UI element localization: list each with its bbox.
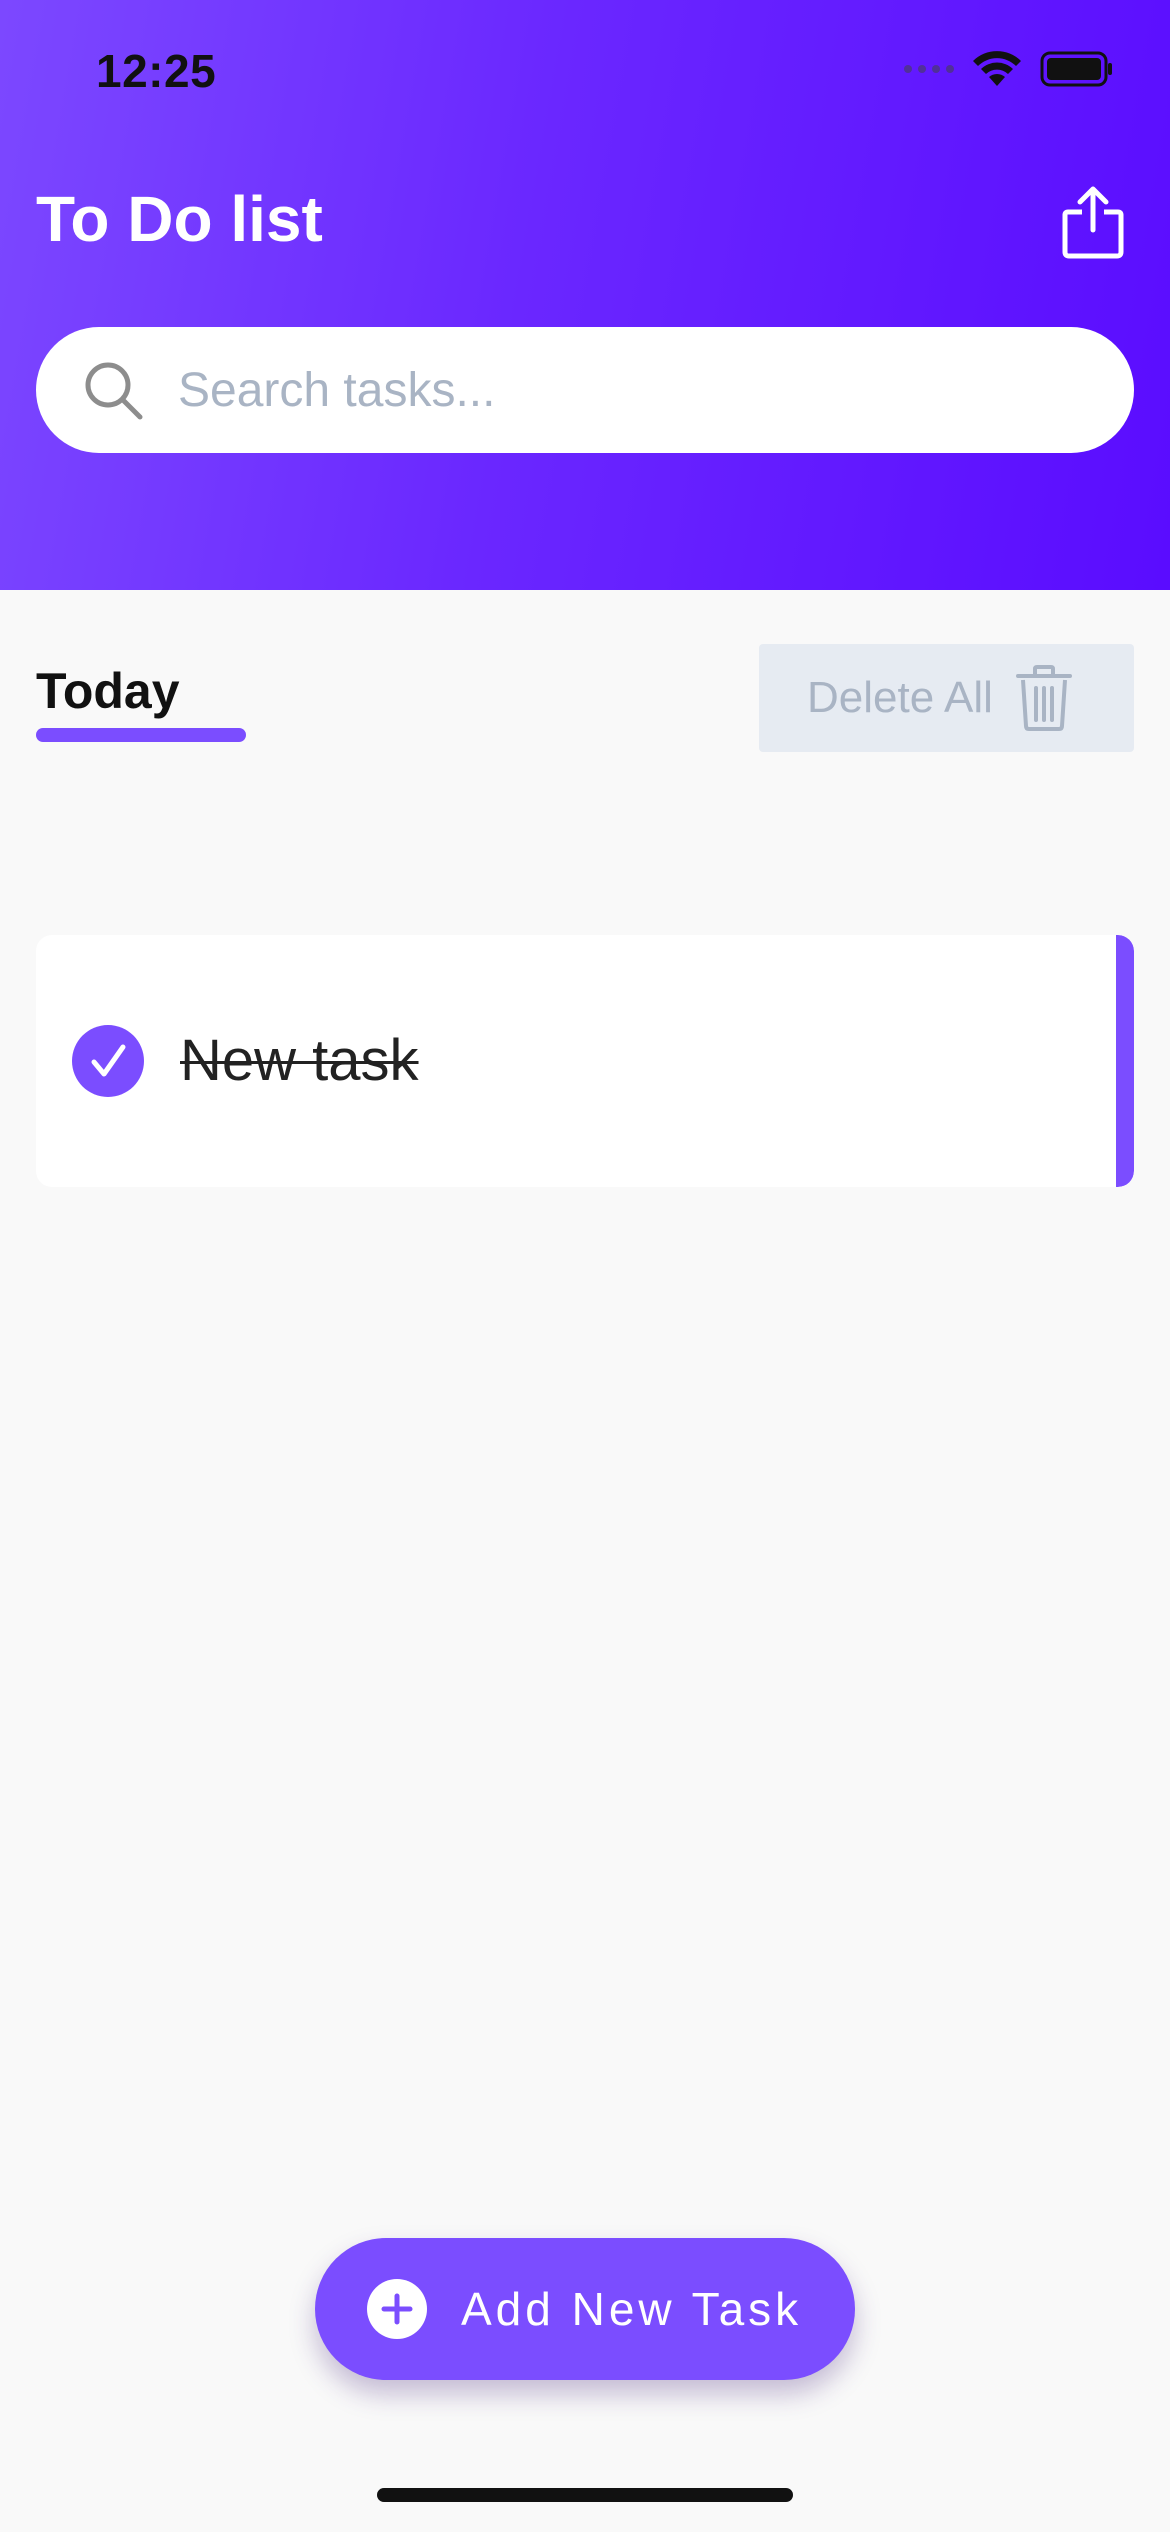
status-icons — [904, 50, 1114, 88]
status-time: 12:25 — [96, 45, 217, 97]
task-checkbox[interactable] — [72, 1025, 144, 1097]
search-icon — [85, 362, 143, 420]
share-icon — [1062, 186, 1124, 259]
tab-today-underline — [36, 728, 246, 742]
add-new-task-label: Add New Task — [461, 2283, 803, 2335]
task-accent-bar — [1116, 935, 1134, 1187]
cellular-signal-icon — [904, 65, 954, 73]
battery-icon — [1040, 51, 1112, 87]
app-title: To Do list — [36, 183, 323, 255]
delete-all-label: Delete All — [807, 673, 993, 722]
delete-all-button[interactable]: Delete All — [759, 644, 1134, 752]
search-input[interactable] — [178, 327, 1078, 453]
trash-icon — [1015, 665, 1072, 731]
home-indicator[interactable] — [377, 2488, 793, 2502]
checkmark-icon — [91, 1044, 126, 1077]
wifi-icon — [973, 51, 1021, 86]
task-title: New task — [180, 1028, 419, 1093]
tab-today[interactable]: Today — [36, 662, 180, 720]
plus-icon — [367, 2279, 427, 2339]
share-button[interactable] — [1060, 184, 1126, 260]
add-new-task-button[interactable]: Add New Task — [315, 2238, 855, 2380]
task-card[interactable]: New task — [36, 935, 1134, 1187]
search-bar — [36, 327, 1134, 453]
header: 12:25 To Do list — [0, 0, 1170, 590]
